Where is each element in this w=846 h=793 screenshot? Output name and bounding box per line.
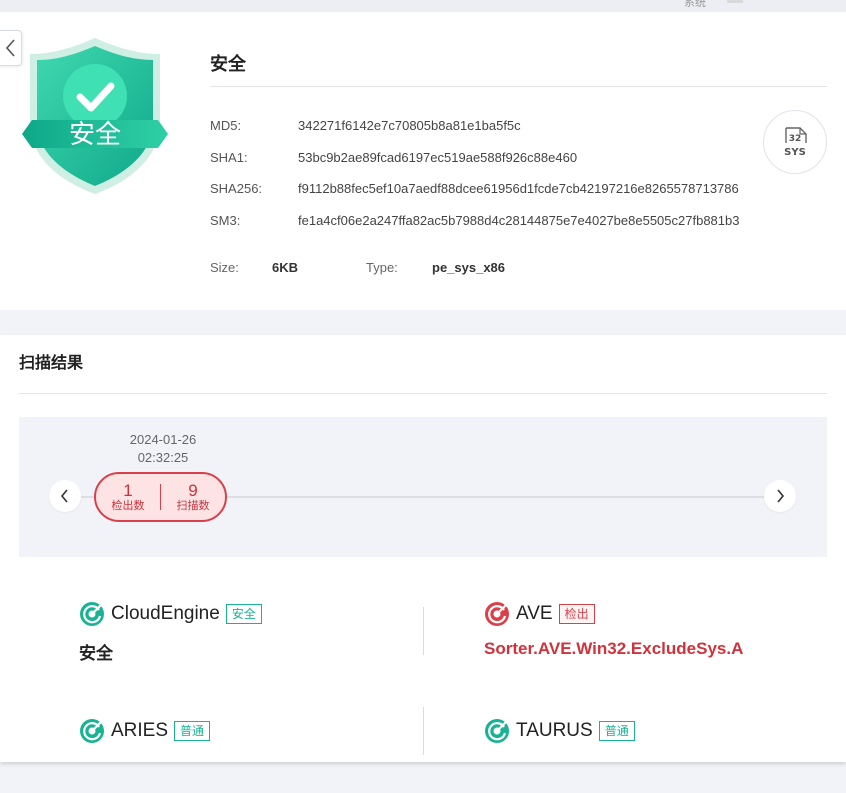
chevron-left-icon <box>60 489 68 503</box>
file-verdict-title: 安全 <box>210 54 246 74</box>
column-separator <box>423 607 424 655</box>
timeline-time: 02:32:25 <box>137 450 189 465</box>
type-label: Type: <box>366 260 398 275</box>
file-meta-row: Size: 6KB Type: pe_sys_x86 <box>210 260 710 278</box>
sys-badge-bottom: SYS <box>784 147 806 158</box>
safe-shield-icon: 安全 <box>20 34 170 199</box>
column-separator <box>423 707 424 755</box>
engine-detected-icon <box>485 602 509 626</box>
chevron-left-icon <box>5 39 15 57</box>
detected-count: 1 <box>123 480 133 500</box>
engine-header: TAURUS 普通 <box>484 718 635 744</box>
timeline-next-button[interactable] <box>764 480 796 512</box>
engine-safe-icon <box>485 719 509 743</box>
engine-result-cloudengine: CloudEngine 安全 安全 <box>79 601 409 663</box>
chevron-right-icon <box>777 489 785 503</box>
hash-value[interactable]: 53bc9b2ae89fcad6197ec519ae588f926c88e460 <box>298 150 577 165</box>
top-hint-box <box>727 0 743 3</box>
shield-label: 安全 <box>69 120 121 150</box>
hash-key: SHA1: <box>210 150 248 165</box>
scanned-label: 扫描数 <box>176 499 210 512</box>
sys-badge-top: 32 <box>789 134 802 144</box>
hash-key: MD5: <box>210 118 242 133</box>
engine-header: AVE 检出 <box>484 601 595 627</box>
top-strip: 系统 <box>0 0 846 12</box>
engine-result-text: Sorter.AVE.Win32.ExcludeSys.A <box>484 639 744 658</box>
engine-safe-icon <box>80 719 104 743</box>
engine-name: CloudEngine <box>111 603 220 624</box>
engine-status-badge: 安全 <box>225 604 262 624</box>
hash-value[interactable]: f9112b88fec5ef10a7aedf88dcee61956d1fcde7… <box>298 181 739 196</box>
engine-status-badge: 检出 <box>558 604 595 624</box>
engine-name: ARIES <box>111 720 169 741</box>
timeline-scan-node[interactable]: 1 检出数 9 扫描数 <box>94 472 227 522</box>
sys-file-icon: 32 SYS <box>763 110 827 174</box>
scan-results-card: 扫描结果 2024-01-26 02:32:25 1 检出数 9 扫描数 Clo… <box>0 335 846 762</box>
scan-timeline: 2024-01-26 02:32:25 1 检出数 9 扫描数 <box>19 417 827 557</box>
engine-result-taurus: TAURUS 普通 <box>484 718 824 774</box>
file-info-card: 安全 安全 MD5: 342271f6142e7c70805b8a81e1ba5… <box>0 12 846 310</box>
divider <box>19 393 827 394</box>
hash-key: SHA256: <box>210 181 263 196</box>
hash-value[interactable]: 342271f6142e7c70805b8a81e1ba5f5c <box>298 118 521 133</box>
engine-result-ave: AVE 检出 Sorter.AVE.Win32.ExcludeSys.A <box>484 601 824 658</box>
detected-count-cell: 1 检出数 <box>96 480 160 513</box>
timeline-date: 2024-01-26 <box>129 432 197 447</box>
detected-label: 检出数 <box>111 499 145 512</box>
engine-result-text: 安全 <box>79 644 113 663</box>
engine-header: ARIES 普通 <box>79 718 211 744</box>
size-label: Size: <box>210 260 239 275</box>
engine-name: AVE <box>516 603 553 624</box>
top-hint: 系统 <box>684 0 706 9</box>
hash-key: SM3: <box>210 213 241 228</box>
timeline-prev-button[interactable] <box>49 480 81 512</box>
timeline-datetime: 2024-01-26 02:32:25 <box>115 431 211 467</box>
type-value: pe_sys_x86 <box>432 260 506 275</box>
scan-results-title: 扫描结果 <box>19 355 84 372</box>
engine-safe-icon <box>80 602 104 626</box>
divider <box>210 86 827 87</box>
back-button[interactable] <box>0 30 22 66</box>
timeline-pointer <box>150 545 170 557</box>
engine-status-badge: 普通 <box>174 721 211 741</box>
engine-name: TAURUS <box>516 720 593 741</box>
scanned-count-cell: 9 扫描数 <box>161 480 225 513</box>
engine-status-badge: 普通 <box>598 721 635 741</box>
size-value: 6KB <box>272 260 299 275</box>
engine-header: CloudEngine 安全 <box>79 601 262 627</box>
engine-result-aries: ARIES 普通 <box>79 718 409 774</box>
scanned-count: 9 <box>188 480 198 500</box>
hash-value[interactable]: fe1a4cf06e2a247ffa82ac5b7988d4c28144875e… <box>298 213 739 228</box>
